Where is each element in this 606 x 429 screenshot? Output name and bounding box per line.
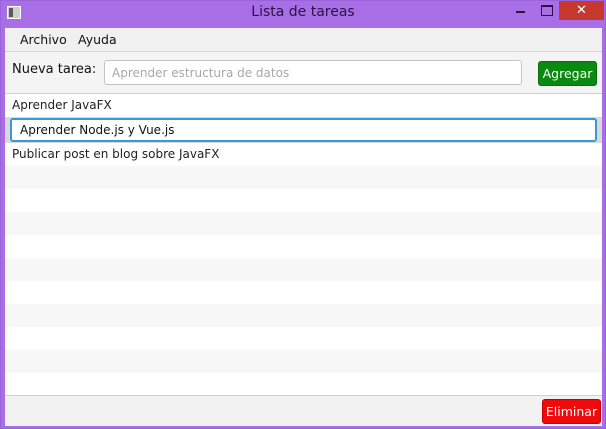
new-task-input[interactable] bbox=[104, 60, 522, 85]
list-item-text: Aprender JavaFX bbox=[12, 98, 112, 112]
close-icon[interactable]: ✕ bbox=[559, 1, 604, 20]
empty-list-row[interactable] bbox=[5, 373, 602, 395]
empty-list-row[interactable] bbox=[5, 281, 602, 304]
delete-button[interactable]: Eliminar bbox=[542, 399, 601, 424]
list-item-text: Publicar post en blog sobre JavaFX bbox=[12, 147, 220, 161]
empty-list-row[interactable] bbox=[5, 212, 602, 235]
menu-ayuda[interactable]: Ayuda bbox=[78, 32, 117, 47]
empty-list-row[interactable] bbox=[5, 166, 602, 189]
menu-archivo[interactable]: Archivo bbox=[20, 32, 67, 47]
task-list[interactable]: Aprender JavaFX Publicar post en blog so… bbox=[5, 94, 602, 395]
minimize-icon[interactable] bbox=[507, 1, 533, 20]
list-item-selected[interactable] bbox=[5, 117, 602, 143]
list-item[interactable]: Aprender JavaFX bbox=[5, 94, 602, 117]
empty-list-row[interactable] bbox=[5, 189, 602, 212]
empty-list-row[interactable] bbox=[5, 304, 602, 327]
empty-list-row[interactable] bbox=[5, 327, 602, 350]
empty-list-row[interactable] bbox=[5, 235, 602, 258]
maximize-icon[interactable] bbox=[533, 1, 559, 20]
title-bar[interactable]: Lista de tareas ✕ bbox=[1, 1, 605, 27]
task-edit-field[interactable] bbox=[10, 118, 597, 142]
footer-bar: Eliminar bbox=[5, 395, 602, 426]
empty-list-row[interactable] bbox=[5, 258, 602, 281]
new-task-toolbar: Nueva tarea: Agregar bbox=[5, 52, 602, 94]
list-item[interactable]: Publicar post en blog sobre JavaFX bbox=[5, 143, 602, 166]
empty-list-row[interactable] bbox=[5, 350, 602, 373]
new-task-label: Nueva tarea: bbox=[12, 62, 97, 77]
menu-bar: Archivo Ayuda bbox=[5, 28, 602, 52]
app-window: Lista de tareas ✕ Archivo Ayuda Nueva ta… bbox=[0, 0, 606, 429]
add-button[interactable]: Agregar bbox=[538, 61, 597, 86]
content-area: Archivo Ayuda Nueva tarea: Agregar Apren… bbox=[5, 28, 602, 426]
